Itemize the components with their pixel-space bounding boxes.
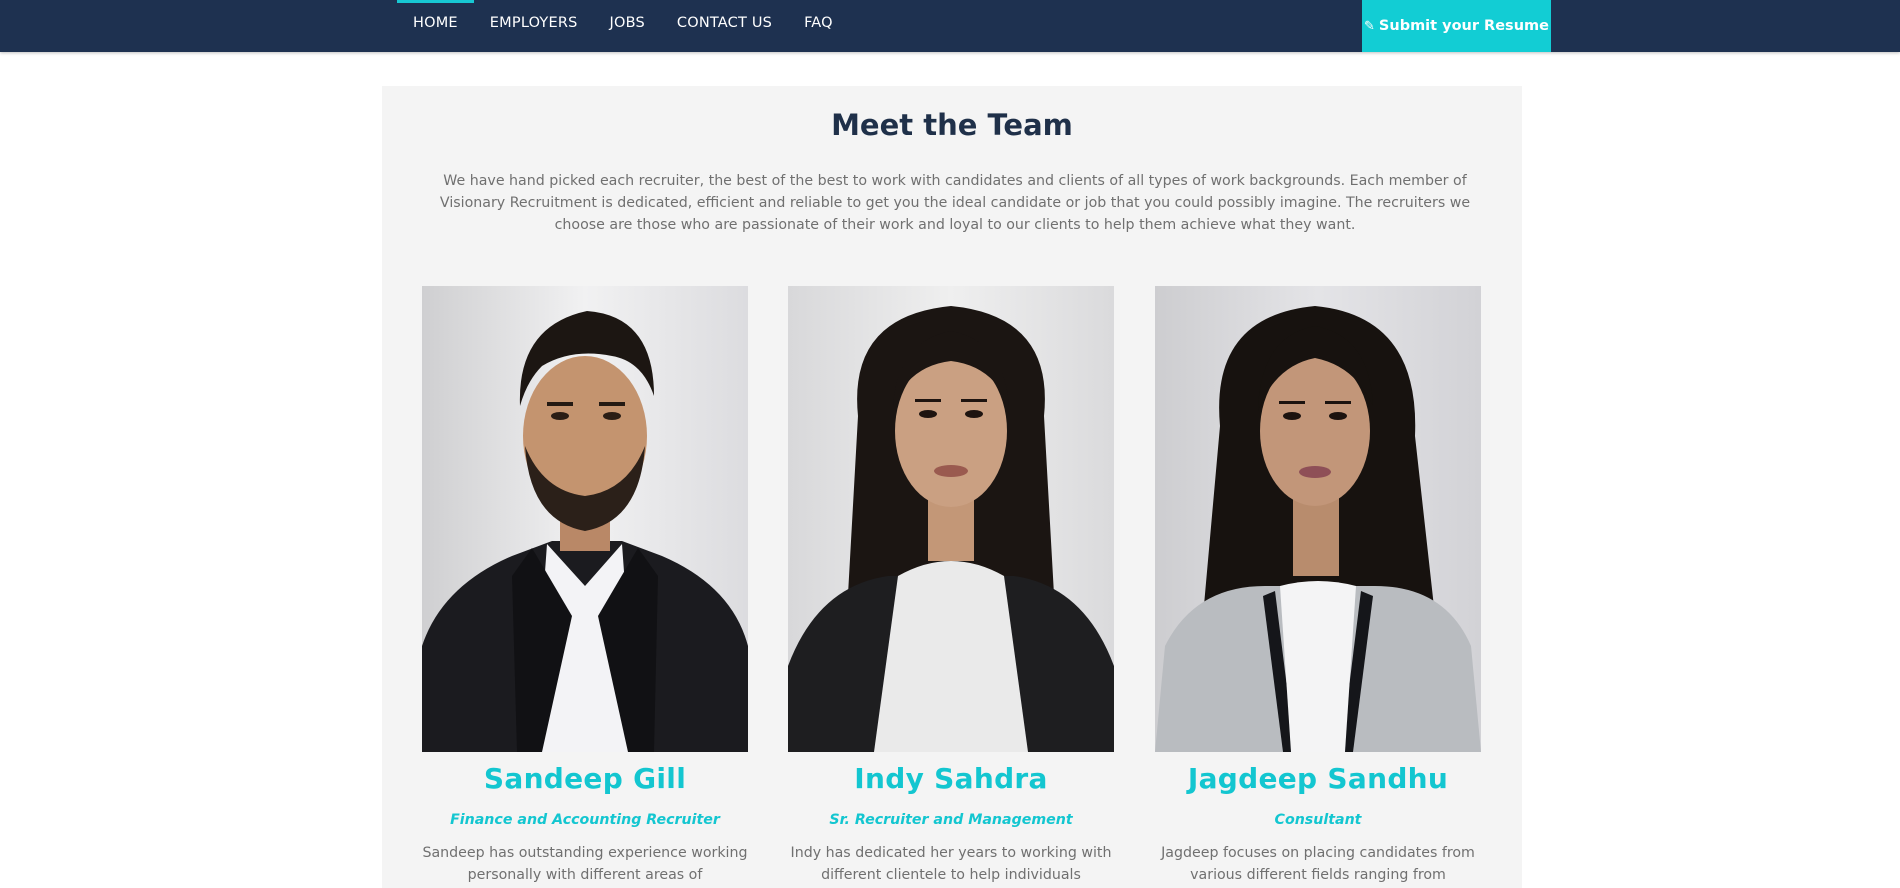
team-member-role: Sr. Recruiter and Management	[829, 812, 1073, 828]
team-member-name: Sandeep Gill	[483, 762, 687, 795]
main-nav: HOME EMPLOYERS JOBS CONTACT US FAQ	[397, 0, 849, 52]
team-member-bio: Indy has dedicated her years to working …	[790, 845, 1112, 883]
section-title: Meet the Team	[831, 108, 1073, 142]
team-member-bio: Sandeep has outstanding experience worki…	[422, 845, 748, 883]
team-member-card: Sandeep Gill Finance and Accounting Recr…	[422, 286, 748, 883]
team-member-bio: Jagdeep focuses on placing candidates fr…	[1161, 845, 1475, 883]
nav-jobs[interactable]: JOBS	[594, 0, 661, 52]
nav-home[interactable]: HOME	[397, 0, 474, 52]
nav-contact-us[interactable]: CONTACT US	[661, 0, 788, 52]
team-member-photo	[1155, 286, 1481, 752]
nav-employers[interactable]: EMPLOYERS	[474, 0, 594, 52]
team-member-role: Finance and Accounting Recruiter	[450, 812, 720, 828]
team-member-name: Indy Sahdra	[854, 762, 1048, 795]
pencil-icon: ✎	[1364, 18, 1375, 34]
submit-resume-button[interactable]: ✎ Submit your Resume	[1362, 0, 1551, 52]
nav-faq[interactable]: FAQ	[788, 0, 849, 52]
team-member-photo	[422, 286, 748, 752]
section-intro: We have hand picked each recruiter, the …	[439, 173, 1471, 233]
team-member-card: Indy Sahdra Sr. Recruiter and Management…	[788, 286, 1114, 883]
team-member-card: Jagdeep Sandhu Consultant Jagdeep focuse…	[1155, 286, 1481, 883]
team-member-name: Jagdeep Sandhu	[1187, 762, 1449, 795]
submit-resume-label: Submit your Resume	[1378, 18, 1549, 34]
team-member-role: Consultant	[1274, 812, 1362, 828]
top-navbar: HOME EMPLOYERS JOBS CONTACT US FAQ ✎ Sub…	[0, 0, 1900, 52]
team-member-photo	[788, 286, 1114, 752]
